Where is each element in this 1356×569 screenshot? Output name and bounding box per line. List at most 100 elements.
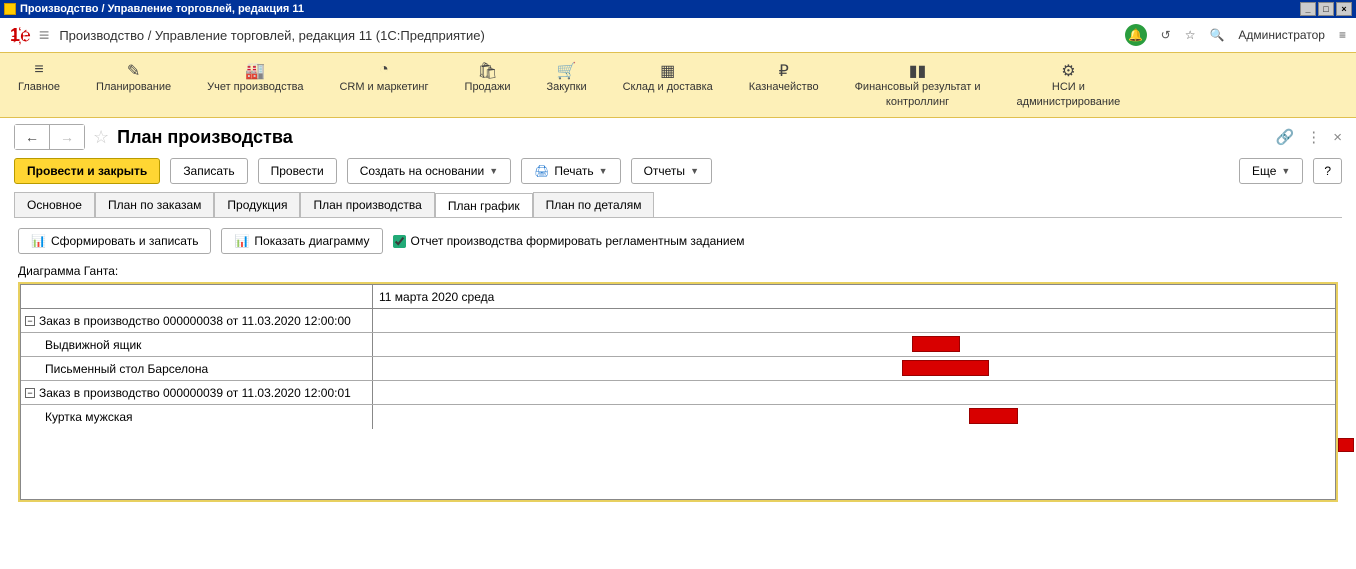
gantt-title: Диаграмма Ганта: <box>18 264 1338 278</box>
section-treasury[interactable]: ₽Казначейство <box>731 57 837 113</box>
more-button[interactable]: Еще▼ <box>1239 158 1303 184</box>
gantt-row[interactable]: Выдвижной ящик <box>21 333 1335 357</box>
tab-4[interactable]: План график <box>435 193 533 218</box>
tab-0[interactable]: Основное <box>14 192 95 217</box>
gantt-row[interactable]: −Заказ в производство 000000039 от 11.03… <box>21 381 1335 405</box>
tab-1[interactable]: План по заказам <box>95 192 214 217</box>
create-based-on-button[interactable]: Создать на основании▼ <box>347 158 511 184</box>
app-header: 1҉℮ ≡ Производство / Управление торговле… <box>0 18 1356 53</box>
plan-icon: ✎ <box>96 61 171 79</box>
gantt-bar[interactable] <box>902 360 989 376</box>
gantt-row-label: Куртка мужская <box>21 405 373 429</box>
cart-icon: 🛒 <box>546 61 586 79</box>
logo-1c-icon: 1҉℮ <box>10 25 31 46</box>
gantt-row-timeline <box>373 333 1335 356</box>
factory-icon: 🏭 <box>207 61 303 79</box>
notifications-icon[interactable]: 🔔 <box>1125 24 1147 46</box>
hamburger-menu-icon[interactable]: ≡ <box>39 25 50 46</box>
bag-icon: 🛍 <box>465 61 511 79</box>
section-warehouse[interactable]: ▦Склад и доставка <box>605 57 731 113</box>
chart-icon: 📊 <box>234 234 249 248</box>
chevron-down-icon: ▼ <box>690 166 699 176</box>
gantt-row-label: Выдвижной ящик <box>21 333 373 356</box>
scheduled-report-checkbox-label[interactable]: Отчет производства формировать регламент… <box>393 234 745 248</box>
ruble-icon: ₽ <box>749 61 819 79</box>
help-button[interactable]: ? <box>1313 158 1342 184</box>
nav-back-button[interactable]: ← <box>15 125 49 149</box>
nav-buttons: ← → <box>14 124 85 150</box>
scheduled-report-checkbox[interactable] <box>393 235 406 248</box>
window-titlebar: Производство / Управление торговлей, ред… <box>0 0 1356 18</box>
checkbox-text: Отчет производства формировать регламент… <box>411 234 745 248</box>
breadcrumb: Производство / Управление торговлей, ред… <box>59 28 485 43</box>
window-minimize-button[interactable]: _ <box>1300 2 1316 16</box>
nav-forward-button[interactable]: → <box>49 125 84 149</box>
chevron-down-icon: ▼ <box>489 166 498 176</box>
save-button[interactable]: Записать <box>170 158 247 184</box>
post-and-close-button[interactable]: Провести и закрыть <box>14 158 160 184</box>
show-diagram-button[interactable]: 📊Показать диаграмму <box>221 228 382 254</box>
boxes-icon: ▦ <box>623 61 713 79</box>
link-icon[interactable]: 🔗 <box>1276 128 1295 146</box>
gear-icon: ⚙ <box>1017 61 1121 79</box>
window-title: Производство / Управление торговлей, ред… <box>20 3 304 15</box>
tabs: ОсновноеПлан по заказамПродукцияПлан про… <box>0 192 1356 217</box>
history-icon[interactable]: ↺ <box>1161 28 1171 42</box>
favorite-icon[interactable]: ☆ <box>1185 28 1196 42</box>
section-admin[interactable]: ⚙НСИ и администрирование <box>999 57 1139 113</box>
gantt-row-label: Письменный стол Барселона <box>21 357 373 380</box>
gantt-row-label: −Заказ в производство 000000039 от 11.03… <box>21 381 373 404</box>
gantt-head-date: 11 марта 2020 среда <box>373 285 1335 309</box>
gantt-row-timeline <box>373 381 1335 404</box>
gantt-row[interactable]: Письменный стол Барселона <box>21 357 1335 381</box>
tab-content: 📊Сформировать и записать 📊Показать диагр… <box>14 217 1342 512</box>
collapse-icon[interactable]: − <box>25 316 35 326</box>
page-nav-row: ← → ☆ План производства 🔗 ⋮ × <box>0 118 1356 156</box>
reports-button[interactable]: Отчеты▼ <box>631 158 712 184</box>
gantt-row-label: −Заказ в производство 000000038 от 11.03… <box>21 309 373 332</box>
tab-2[interactable]: Продукция <box>214 192 300 217</box>
star-icon[interactable]: ☆ <box>93 127 109 148</box>
action-bar: Провести и закрыть Записать Провести Соз… <box>0 156 1356 192</box>
section-finance[interactable]: ▮▮Финансовый результат и контроллинг <box>837 57 999 113</box>
section-planning[interactable]: ✎Планирование <box>78 57 189 113</box>
tab-3[interactable]: План производства <box>300 192 434 217</box>
section-production[interactable]: 🏭Учет производства <box>189 57 321 113</box>
gantt-row[interactable]: Куртка мужская <box>21 405 1335 429</box>
gantt-bar[interactable] <box>912 336 960 352</box>
window-close-button[interactable]: × <box>1336 2 1352 16</box>
collapse-icon[interactable]: − <box>25 388 35 398</box>
chevron-down-icon: ▼ <box>599 166 608 176</box>
gantt-row-timeline <box>373 309 1335 332</box>
window-restore-button[interactable]: □ <box>1318 2 1334 16</box>
section-sales[interactable]: 🛍Продажи <box>447 57 529 113</box>
chevron-down-icon: ▼ <box>1281 166 1290 176</box>
section-purchases[interactable]: 🛒Закупки <box>528 57 604 113</box>
form-and-save-button[interactable]: 📊Сформировать и записать <box>18 228 211 254</box>
section-main[interactable]: ≡Главное <box>0 57 78 113</box>
kebab-menu-icon[interactable]: ⋮ <box>1306 128 1321 146</box>
gantt-row-timeline <box>373 357 1335 380</box>
legend-square <box>1338 438 1354 452</box>
tab-5[interactable]: План по деталям <box>533 192 655 217</box>
section-crm[interactable]: ◔CRM и маркетинг <box>321 57 446 113</box>
chart-icon: 📊 <box>31 234 46 248</box>
section-toolbar: ≡Главное ✎Планирование 🏭Учет производств… <box>0 53 1356 118</box>
gantt-bar[interactable] <box>969 408 1017 424</box>
gantt-head-left <box>21 285 372 309</box>
page-title: План производства <box>117 127 293 148</box>
print-button[interactable]: 🖨Печать▼ <box>521 158 620 184</box>
search-icon[interactable]: 🔍 <box>1209 28 1224 42</box>
post-button[interactable]: Провести <box>258 158 337 184</box>
user-label[interactable]: Администратор <box>1238 28 1325 42</box>
gantt-row-timeline <box>373 405 1335 429</box>
pie-icon: ◔ <box>339 61 428 79</box>
bars-icon: ▮▮ <box>855 61 981 79</box>
app-logo-icon <box>4 3 16 15</box>
printer-icon: 🖨 <box>534 164 549 178</box>
close-page-icon[interactable]: × <box>1333 129 1342 146</box>
lines-icon: ≡ <box>18 61 60 79</box>
gantt-row[interactable]: −Заказ в производство 000000038 от 11.03… <box>21 309 1335 333</box>
gantt-chart: 11 марта 2020 среда −Заказ в производств… <box>18 282 1338 502</box>
app-menu-icon[interactable]: ≡ <box>1339 28 1346 42</box>
